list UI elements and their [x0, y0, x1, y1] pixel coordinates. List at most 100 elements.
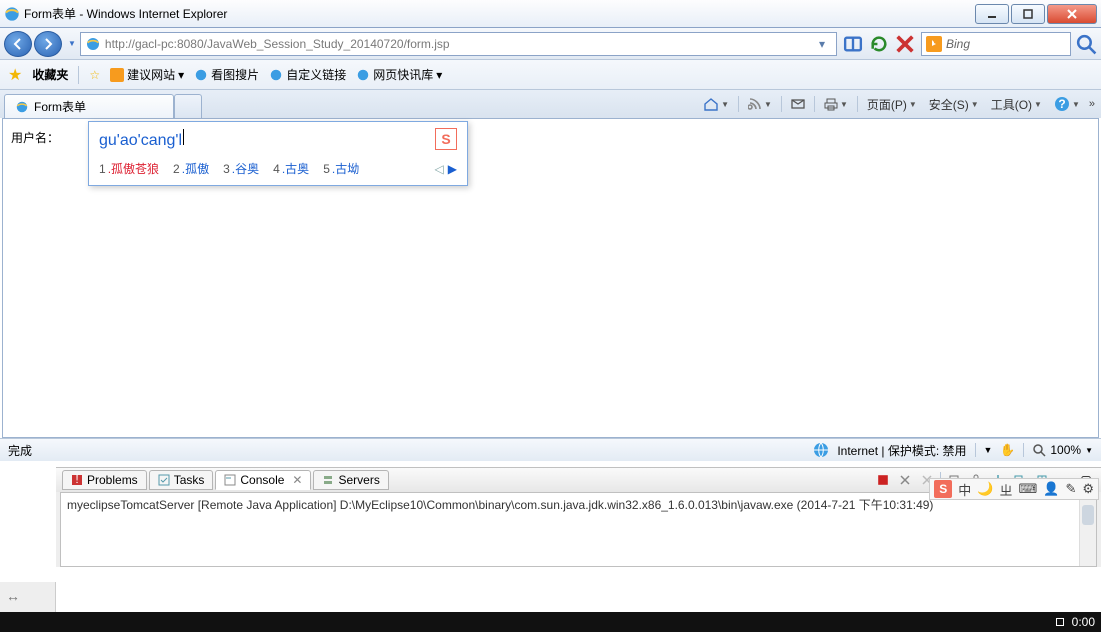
search-box[interactable]: Bing [921, 32, 1071, 56]
compat-view-button[interactable] [841, 33, 865, 55]
ime-punct-icon[interactable]: ㄓ [999, 480, 1012, 499]
back-button[interactable] [4, 31, 32, 57]
remove-all-terminated-button[interactable] [896, 471, 914, 489]
ime-prev-page-icon[interactable]: ◁ [435, 162, 444, 176]
maximize-button[interactable] [1011, 4, 1045, 24]
ime-moon-icon[interactable]: 🌙 [977, 481, 993, 497]
tab-label: Console [240, 473, 284, 487]
tab-title: Form表单 [34, 98, 86, 115]
tab-servers[interactable]: Servers [313, 470, 388, 490]
window-titlebar: Form表单 - Windows Internet Explorer [0, 0, 1101, 28]
new-tab-button[interactable] [174, 94, 202, 118]
command-bar: ▼ ▼ ▼ 页面(P) ▼ 安全(S) ▼ 工具(O) ▼ ?▼ » [700, 93, 1093, 115]
ime-next-page-icon[interactable]: ▶ [448, 162, 457, 176]
address-dropdown-icon[interactable]: ▾ [812, 34, 832, 54]
tab-label: Servers [338, 473, 379, 487]
tasks-icon [158, 474, 170, 486]
ime-toolbar[interactable]: S 中 🌙 ㄓ ⌨ 👤 ✎ ⚙ [929, 478, 1099, 500]
protected-mode-dropdown-icon[interactable]: ▼ [984, 445, 993, 455]
security-zone-text: Internet | 保护模式: 禁用 [837, 442, 966, 459]
eclipse-left-trim: ↔ [0, 582, 56, 612]
tab-console[interactable]: Console ✕ [215, 470, 311, 490]
console-scrollbar[interactable] [1079, 493, 1096, 566]
internet-zone-icon [813, 442, 829, 458]
sogou-logo-icon[interactable]: S [435, 128, 457, 150]
zoom-control[interactable]: 100% ▼ [1032, 443, 1093, 457]
tools-menu[interactable]: 工具(O) ▼ [988, 93, 1045, 115]
page-icon [85, 36, 101, 52]
ime-candidate-4[interactable]: 4.古奥 [273, 160, 309, 177]
clock-text: 0:00 [1072, 615, 1095, 629]
bookmark-label: 网页快讯库 [373, 66, 433, 83]
console-icon [224, 474, 236, 486]
search-provider-text: Bing [946, 37, 970, 51]
page-menu-label: 页面(P) [867, 96, 907, 113]
tab-problems[interactable]: ! Problems [62, 470, 147, 490]
bookmark-image-search[interactable]: 看图搜片 [194, 66, 259, 83]
help-button[interactable]: ?▼ [1051, 93, 1083, 115]
ie-glyph-icon [194, 68, 208, 82]
status-text: 完成 [8, 442, 32, 459]
window-title: Form表单 - Windows Internet Explorer [24, 5, 227, 22]
tab-tasks[interactable]: Tasks [149, 470, 214, 490]
tools-menu-label: 工具(O) [991, 96, 1032, 113]
separator [78, 66, 79, 84]
nav-history-dropdown-icon[interactable]: ▼ [68, 39, 76, 48]
read-mail-button[interactable] [788, 93, 808, 115]
ie-glyph-icon [15, 100, 29, 114]
svg-text:!: ! [75, 474, 78, 486]
bookmark-label: 自定义链接 [286, 66, 346, 83]
search-go-button[interactable] [1075, 33, 1097, 55]
favorites-label[interactable]: 收藏夹 [32, 66, 68, 83]
ime-user-icon[interactable]: 👤 [1043, 481, 1059, 497]
home-button[interactable]: ▼ [700, 93, 732, 115]
bookmark-suggested-sites[interactable]: 建议网站 ▾ [110, 66, 184, 83]
terminate-button[interactable] [874, 471, 892, 489]
ime-mode-cn[interactable]: 中 [958, 480, 971, 499]
bookmark-web-slices[interactable]: 网页快讯库 ▾ [356, 66, 442, 83]
ime-candidate-3[interactable]: 3.谷奥 [223, 160, 259, 177]
navigation-bar: ▼ http://gacl-pc:8080/JavaWeb_Session_St… [0, 28, 1101, 60]
page-content: 用户名： gu'ao'cang'l S 1.孤傲苍狼 2.孤傲 3.谷奥 4.古… [2, 118, 1099, 438]
ime-skin-icon[interactable]: ✎ [1065, 481, 1076, 497]
minimize-button[interactable] [975, 4, 1009, 24]
bing-glyph-icon [110, 68, 124, 82]
print-button[interactable]: ▼ [821, 93, 851, 115]
stop-button[interactable] [893, 33, 917, 55]
tab-label: Problems [87, 473, 138, 487]
favorites-star-icon[interactable]: ★ [8, 65, 22, 85]
sogou-badge-icon[interactable]: S [934, 480, 952, 498]
feeds-button[interactable]: ▼ [745, 93, 775, 115]
ie-glyph-icon [269, 68, 283, 82]
ime-candidate-window: gu'ao'cang'l S 1.孤傲苍狼 2.孤傲 3.谷奥 4.古奥 5.古… [88, 121, 468, 186]
tab-form[interactable]: Form表单 [4, 94, 174, 118]
url-text: http://gacl-pc:8080/JavaWeb_Session_Stud… [105, 37, 808, 51]
ime-candidate-5[interactable]: 5.古坳 [323, 160, 359, 177]
bing-icon [926, 36, 942, 52]
tab-strip: Form表单 ▼ ▼ ▼ 页面(P) ▼ 安全(S) ▼ 工具(O) ▼ ?▼ … [0, 90, 1101, 118]
more-commands-icon[interactable]: » [1089, 98, 1093, 110]
console-output[interactable]: myeclipseTomcatServer [Remote Java Appli… [60, 492, 1097, 567]
taskbar: 0:00 [0, 612, 1101, 632]
forward-button[interactable] [34, 31, 62, 57]
safety-menu-label: 安全(S) [929, 96, 969, 113]
address-bar[interactable]: http://gacl-pc:8080/JavaWeb_Session_Stud… [80, 32, 837, 56]
refresh-button[interactable] [867, 33, 891, 55]
ime-softkb-icon[interactable]: ⌨ [1018, 481, 1037, 497]
favorites-bar: ★ 收藏夹 ☆ 建议网站 ▾ 看图搜片 自定义链接 网页快讯库 ▾ [0, 60, 1101, 90]
ime-composition: gu'ao'cang'l [99, 129, 435, 150]
ime-settings-icon[interactable]: ⚙ [1082, 481, 1094, 497]
privacy-icon[interactable]: ✋ [1000, 443, 1015, 457]
console-line: myeclipseTomcatServer [Remote Java Appli… [67, 498, 933, 512]
safety-menu[interactable]: 安全(S) ▼ [926, 93, 982, 115]
close-tab-icon[interactable]: ✕ [292, 473, 302, 487]
ime-candidate-2[interactable]: 2.孤傲 [173, 160, 209, 177]
restore-icon[interactable]: ↔ [6, 588, 20, 604]
ime-candidate-1[interactable]: 1.孤傲苍狼 [99, 160, 159, 177]
add-favorite-icon[interactable]: ☆ [89, 68, 100, 82]
page-menu[interactable]: 页面(P) ▼ [864, 93, 920, 115]
close-button[interactable] [1047, 4, 1097, 24]
bookmark-custom-links[interactable]: 自定义链接 [269, 66, 346, 83]
zoom-icon [1032, 443, 1046, 457]
zoom-level-text: 100% [1050, 443, 1081, 457]
